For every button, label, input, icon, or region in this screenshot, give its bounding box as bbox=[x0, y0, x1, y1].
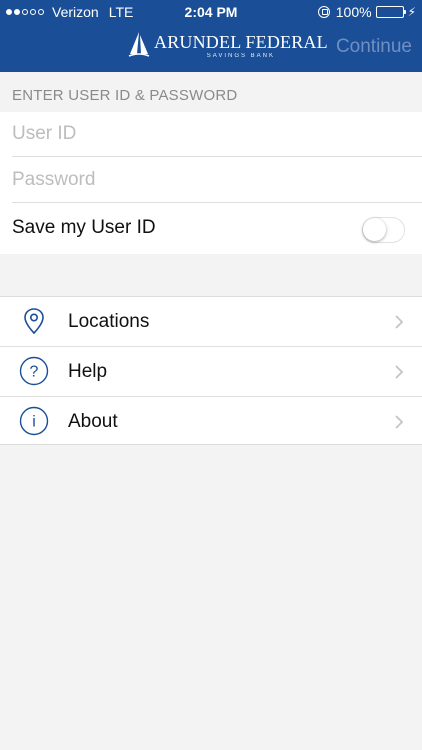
menu-item-about[interactable]: i About bbox=[0, 397, 422, 446]
password-input[interactable] bbox=[0, 158, 422, 202]
battery-percent: 100% bbox=[335, 4, 372, 20]
bank-logo: ARUNDEL FEDERAL SAVINGS BANK bbox=[128, 32, 328, 64]
password-row bbox=[0, 158, 422, 202]
save-user-id-label: Save my User ID bbox=[12, 217, 156, 238]
menu-item-label: Locations bbox=[68, 311, 150, 332]
menu-item-label: About bbox=[68, 411, 118, 432]
chevron-right-icon bbox=[395, 415, 404, 429]
charging-bolt-icon: ⚡ bbox=[407, 5, 416, 19]
logo-text: ARUNDEL FEDERAL SAVINGS BANK bbox=[154, 32, 328, 60]
menu-item-locations[interactable]: Locations bbox=[0, 297, 422, 346]
toggle-knob bbox=[363, 218, 386, 241]
menu-item-label: Help bbox=[68, 361, 108, 382]
user-id-input[interactable] bbox=[0, 112, 422, 156]
menu-item-help[interactable]: ? Help bbox=[0, 347, 422, 396]
svg-text:i: i bbox=[32, 414, 36, 431]
login-section-title: ENTER USER ID & PASSWORD bbox=[12, 87, 238, 104]
app-header: Verizon LTE 2:04 PM 100% ⚡ ARUNDEL FEDER… bbox=[0, 0, 422, 72]
sail-logo-icon bbox=[128, 32, 150, 57]
save-user-id-toggle[interactable] bbox=[362, 217, 405, 243]
field-divider bbox=[12, 202, 422, 203]
login-form: Save my User ID bbox=[0, 112, 422, 254]
chevron-right-icon bbox=[395, 315, 404, 329]
rotation-lock-icon bbox=[317, 6, 330, 18]
status-right: 100% ⚡ bbox=[317, 4, 416, 20]
status-bar: Verizon LTE 2:04 PM 100% ⚡ bbox=[0, 0, 422, 24]
info-circle-icon: i bbox=[19, 406, 49, 436]
logo-name: ARUNDEL FEDERAL bbox=[154, 32, 328, 52]
svg-text:?: ? bbox=[30, 364, 39, 381]
user-id-row bbox=[0, 112, 422, 156]
field-divider bbox=[12, 156, 422, 157]
question-circle-icon: ? bbox=[19, 356, 49, 386]
save-user-id-row: Save my User ID bbox=[0, 204, 422, 254]
continue-button[interactable]: Continue bbox=[336, 36, 412, 58]
menu-list: Locations ? Help i About bbox=[0, 296, 422, 445]
map-pin-icon bbox=[24, 308, 44, 335]
battery-icon bbox=[375, 6, 406, 18]
logo-subtitle: SAVINGS BANK bbox=[206, 53, 276, 59]
chevron-right-icon bbox=[395, 365, 404, 379]
